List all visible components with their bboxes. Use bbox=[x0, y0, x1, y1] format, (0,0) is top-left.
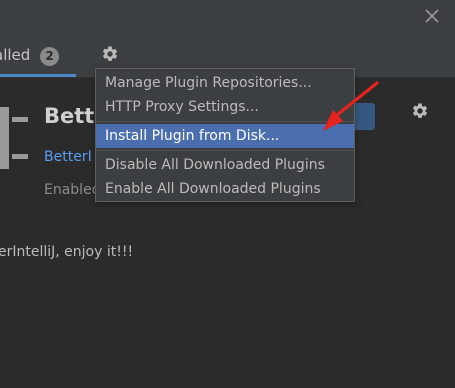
menu-separator bbox=[96, 121, 354, 122]
menu-item-install-from-disk[interactable]: Install Plugin from Disk... bbox=[96, 124, 354, 148]
gear-icon[interactable] bbox=[411, 102, 429, 120]
menu-separator bbox=[96, 150, 354, 151]
close-icon[interactable] bbox=[424, 8, 440, 24]
plugin-title: Bette bbox=[44, 104, 96, 128]
tab-installed[interactable]: alled 2 bbox=[0, 40, 76, 77]
active-tab-indicator bbox=[0, 74, 76, 77]
plugin-description: erIntelliJ, enjoy it!!! bbox=[0, 244, 134, 260]
menu-item-http-proxy[interactable]: HTTP Proxy Settings... bbox=[96, 95, 354, 119]
settings-dropdown-menu: Manage Plugin Repositories... HTTP Proxy… bbox=[95, 68, 355, 202]
plugin-vendor-link[interactable]: BetterI bbox=[44, 149, 96, 165]
gear-icon[interactable] bbox=[101, 45, 119, 63]
tab-installed-label: alled bbox=[0, 46, 31, 64]
menu-item-disable-all[interactable]: Disable All Downloaded Plugins bbox=[96, 153, 354, 177]
menu-item-manage-repositories[interactable]: Manage Plugin Repositories... bbox=[96, 71, 354, 95]
plugin-logo-icon bbox=[0, 107, 28, 169]
plugin-status: Enabled bbox=[44, 182, 96, 198]
menu-item-enable-all[interactable]: Enable All Downloaded Plugins bbox=[96, 177, 354, 201]
installed-count-badge: 2 bbox=[40, 47, 59, 66]
